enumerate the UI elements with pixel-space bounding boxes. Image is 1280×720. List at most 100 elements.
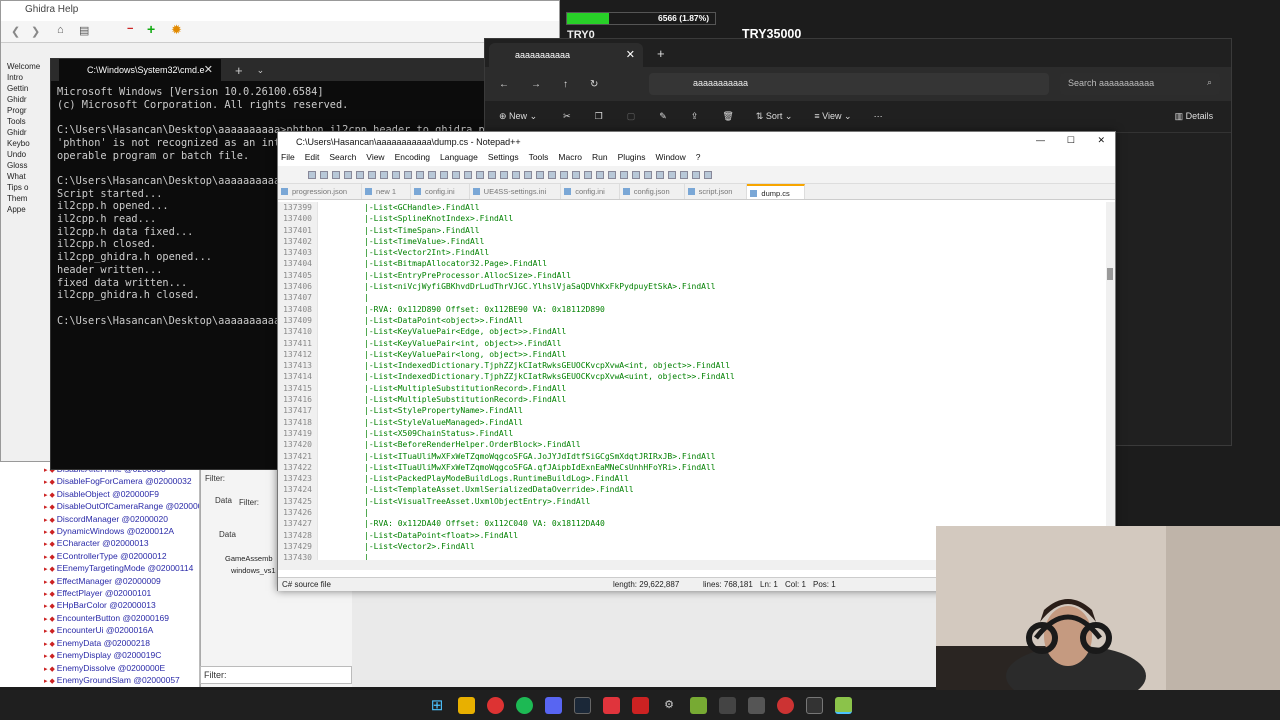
add-icon[interactable]: +	[147, 21, 155, 37]
data-tree-row[interactable]: DynamicWindows @0200012A	[44, 526, 199, 538]
close-icon[interactable]: ✕	[204, 63, 213, 76]
data-tab-2[interactable]: Data	[219, 530, 236, 539]
close-icon[interactable]: ✕	[1097, 135, 1105, 146]
data-tree-row[interactable]: DisableFogForCamera @02000032	[44, 476, 199, 488]
file-tab[interactable]: config.ini	[561, 184, 620, 199]
game-icon[interactable]	[776, 696, 794, 714]
data-tree-row[interactable]: DisableObject @020000F9	[44, 489, 199, 501]
data-tree-row[interactable]: EControllerType @02000012	[44, 551, 199, 563]
notepadpp-icon[interactable]	[834, 696, 852, 714]
toolbar-button-icon[interactable]	[548, 170, 556, 179]
toolbar-button-icon[interactable]	[632, 170, 640, 179]
toolbar-button-icon[interactable]	[596, 170, 604, 179]
toolbar-button-icon[interactable]	[320, 170, 328, 179]
chevron-down-icon[interactable]: ⌄	[257, 65, 265, 76]
view-button[interactable]: ≡ View ⌄	[814, 111, 851, 122]
scroll-thumb[interactable]	[1107, 268, 1113, 280]
file-tab[interactable]: progression.json	[278, 184, 363, 199]
toolbar-button-icon[interactable]	[668, 170, 676, 179]
details-button[interactable]: ▥ Details	[1175, 111, 1214, 122]
address-bar[interactable]: aaaaaaaaaaa	[649, 73, 1049, 95]
toolbar-button-icon[interactable]	[440, 170, 448, 179]
toolbar-button-icon[interactable]	[692, 170, 700, 179]
back-icon[interactable]: ←	[499, 79, 509, 90]
bottom-filter-input[interactable]: Filter:	[200, 666, 352, 684]
ghidra-icon[interactable]	[689, 696, 707, 714]
forward-icon[interactable]: →	[531, 79, 541, 90]
data-tree-row[interactable]: EHpBarColor @02000013	[44, 600, 199, 612]
menu-item[interactable]: File	[281, 152, 295, 166]
close-icon[interactable]: ✕	[626, 48, 635, 61]
search-input[interactable]: Search aaaaaaaaaaa ⌕	[1060, 73, 1220, 95]
data-tree-row[interactable]: EncounterUi @0200016A	[44, 625, 199, 637]
copy-icon[interactable]: ❐	[595, 111, 603, 122]
menu-item[interactable]: View	[366, 152, 384, 166]
toolbar-button-icon[interactable]	[704, 170, 712, 179]
data-tree-row[interactable]: EnemyDissolve @0200000E	[44, 663, 199, 675]
menu-item[interactable]: Search	[329, 152, 356, 166]
menu-item[interactable]: Encoding	[395, 152, 430, 166]
terminal-icon[interactable]	[805, 696, 823, 714]
new-tab-icon[interactable]: +	[235, 63, 243, 78]
new-tab-icon[interactable]: +	[657, 46, 665, 61]
toolbar-button-icon[interactable]	[608, 170, 616, 179]
forward-icon[interactable]: ❯	[31, 25, 40, 38]
toolbar-button-icon[interactable]	[536, 170, 544, 179]
file-tab[interactable]: new 1	[362, 184, 412, 199]
toolbar-button-icon[interactable]	[452, 170, 460, 179]
paste-icon[interactable]: ▢	[627, 111, 636, 122]
toolbar-button-icon[interactable]	[344, 170, 352, 179]
up-icon[interactable]: ↑	[563, 79, 568, 90]
program-node-2[interactable]: windows_vs1	[231, 566, 276, 575]
toolbar-button-icon[interactable]	[644, 170, 652, 179]
sort-button[interactable]: ⇅ Sort ⌄	[756, 111, 793, 122]
menu-item[interactable]: Language	[440, 152, 478, 166]
settings-icon[interactable]: ⚙	[661, 697, 678, 714]
print-icon[interactable]: ▤	[79, 24, 89, 37]
refresh-icon[interactable]: ↻	[590, 79, 598, 90]
share-icon[interactable]: ⇪	[691, 111, 699, 122]
menu-item[interactable]: Window	[656, 152, 686, 166]
toolbar-button-icon[interactable]	[572, 170, 580, 179]
toolbar-button-icon[interactable]	[332, 170, 340, 179]
menu-item[interactable]: Edit	[305, 152, 320, 166]
home-icon[interactable]: ⌂	[57, 24, 64, 36]
back-icon[interactable]: ❮	[11, 25, 20, 38]
toolbar-button-icon[interactable]	[500, 170, 508, 179]
start-icon[interactable]: ⊞	[429, 697, 446, 714]
data-tree-row[interactable]: ECharacter @02000013	[44, 538, 199, 550]
rename-icon[interactable]: ✎	[659, 111, 667, 122]
menu-item[interactable]: ?	[696, 152, 701, 166]
discord-icon[interactable]	[544, 696, 562, 714]
data-tree-row[interactable]: EnemyGroundSlam @02000057	[44, 675, 199, 687]
data-tab[interactable]: Data	[215, 496, 232, 505]
calculator-icon[interactable]	[718, 696, 736, 714]
menu-item[interactable]: Plugins	[618, 152, 646, 166]
delete-icon[interactable]: 🗑	[722, 111, 733, 122]
files-icon[interactable]	[747, 696, 765, 714]
app-icon[interactable]	[631, 696, 649, 714]
file-tab[interactable]: config.json	[620, 184, 685, 199]
program-node[interactable]: GameAssemb	[225, 554, 273, 563]
toolbar-button-icon[interactable]	[524, 170, 532, 179]
data-tree-row[interactable]: EnemyDisplay @0200019C	[44, 650, 199, 662]
toolbar-button-icon[interactable]	[368, 170, 376, 179]
steam-icon[interactable]	[573, 696, 591, 714]
menu-item[interactable]: Macro	[558, 152, 582, 166]
toolbar-button-icon[interactable]	[476, 170, 484, 179]
toolbar-button-icon[interactable]	[464, 170, 472, 179]
toolbar-button-icon[interactable]	[428, 170, 436, 179]
menu-item[interactable]: Settings	[488, 152, 519, 166]
file-tab[interactable]: dump.cs	[747, 184, 805, 199]
folder-icon[interactable]	[457, 696, 475, 714]
toolbar-button-icon[interactable]	[380, 170, 388, 179]
file-tab[interactable]: config.ini	[411, 184, 470, 199]
spotify-icon[interactable]	[515, 696, 533, 714]
toolbar-button-icon[interactable]	[512, 170, 520, 179]
data-tree-row[interactable]: EffectManager @02000009	[44, 576, 199, 588]
minimize-icon[interactable]: —	[1036, 135, 1045, 145]
toolbar-button-icon[interactable]	[308, 170, 316, 179]
toolbar-button-icon[interactable]	[416, 170, 424, 179]
toolbar-button-icon[interactable]	[356, 170, 364, 179]
toolbar-button-icon[interactable]	[620, 170, 628, 179]
